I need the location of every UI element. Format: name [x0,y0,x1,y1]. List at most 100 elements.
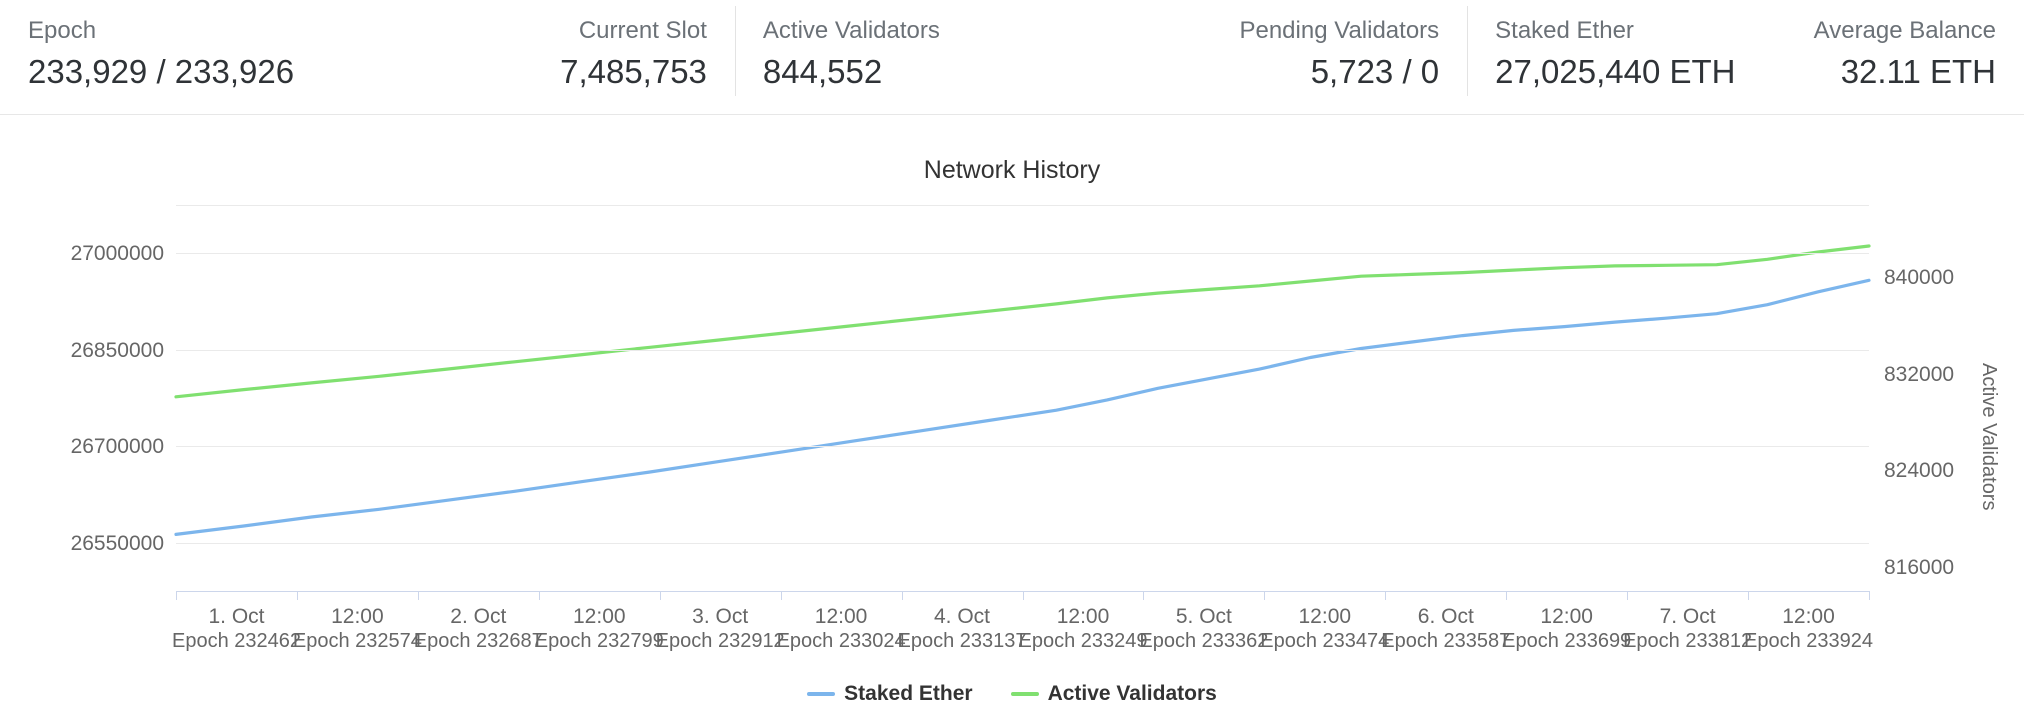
x-axis-tick-time: 12:00 [331,605,384,628]
x-axis-tick-label: 5. Oct Epoch 233362 [1139,604,1268,653]
x-axis-tick-time: 6. Oct [1417,605,1474,628]
legend-color-swatch [807,691,836,696]
x-axis-tick-epoch: Epoch 233249 [1018,630,1148,652]
stat-current-slot-value: 7,485,753 [560,53,707,90]
x-axis-tick [901,591,903,600]
y-axis-right-tick-label: 824000 [1884,459,1955,483]
x-axis-tick-epoch: Epoch 232462 [171,630,302,652]
x-axis-tick-time: 12:00 [573,605,626,628]
legend-label: Staked Ether [844,682,973,705]
stat-average-balance: Average Balance 32.11 ETH [1786,0,2024,114]
stat-staked-ether: Staked Ether 27,025,440 ETH [1467,0,1785,114]
x-axis-tick-time: 1. Oct [208,605,265,628]
stat-current-slot-label: Current Slot [578,17,707,44]
stat-average-balance-label: Average Balance [1813,17,1996,44]
x-axis-tick-label: 12:00 Epoch 232574 [293,604,422,653]
x-axis-tick [538,591,540,600]
stat-pending-validators-value: 5,723 / 0 [1310,53,1440,90]
x-axis-tick [1143,591,1145,600]
x-axis-tick-epoch: Epoch 233812 [1623,630,1753,652]
y-axis-left-tick-label: 26550000 [70,531,164,555]
x-axis-tick-epoch: Epoch 232574 [292,630,422,652]
x-axis-tick-time: 12:00 [1298,605,1352,628]
x-axis-tick [1264,591,1266,600]
x-axis-tick-epoch: Epoch 232912 [655,630,785,652]
x-axis-tick [659,591,661,600]
chart-legend: Staked Ether Active Validators [0,683,2024,704]
x-axis-tick-label: 12:00 Epoch 232799 [535,604,664,653]
x-axis-tick-epoch: Epoch 233362 [1139,630,1269,652]
x-axis-tick-time: 12:00 [1056,605,1110,628]
x-axis-tick-epoch: Epoch 233137 [897,630,1027,652]
x-axis-tick [1869,591,1870,600]
x-axis-tick-label: 12:00 Epoch 233699 [1502,604,1631,653]
y-axis-right-tick-label: 816000 [1884,555,1955,579]
x-axis-tick-label: 12:00 Epoch 233924 [1744,604,1873,653]
chart-title: Network History [923,156,1101,184]
legend-color-swatch [1010,691,1039,696]
stat-pending-validators-label: Pending Validators [1239,17,1440,44]
x-axis-tick-epoch: Epoch 233587 [1381,630,1511,652]
x-axis-tick-time: 12:00 [814,605,868,628]
stat-active-validators-value: 844,552 [762,53,883,90]
x-axis-tick-time: 12:00 [1782,605,1835,628]
x-axis-tick [1506,591,1508,600]
x-axis-tick-epoch: Epoch 233474 [1260,630,1390,652]
stat-average-balance-value: 32.11 ETH [1840,53,1996,90]
y-axis-left-ticks: 26550000 26700000 26850000 27000000 [0,205,164,591]
x-axis-tick-epoch: Epoch 233699 [1502,630,1632,652]
legend-item[interactable]: Staked Ether [807,682,973,705]
x-axis-tick-time: 2. Oct [450,605,507,628]
x-axis-tick-label: 3. Oct Epoch 232912 [656,604,785,653]
legend-label: Active Validators [1047,682,1217,705]
x-axis-tick [1627,591,1629,600]
stat-current-slot: Current Slot 7,485,753 [368,0,735,114]
x-axis-tick-time: 4. Oct [933,605,991,628]
x-axis-tick-time: 5. Oct [1175,605,1232,628]
gridline [176,253,1869,255]
x-axis-tick-label: 1. Oct Epoch 232462 [172,604,301,653]
x-axis-tick [1748,591,1750,600]
x-axis-tick-label: 6. Oct Epoch 233587 [1381,604,1510,653]
x-axis-ticks: 1. Oct Epoch 232462 12:00 Epoch 232574 2. Oc… [172,591,1873,691]
x-axis-tick [780,591,782,600]
x-axis-tick-epoch: Epoch 232687 [413,630,543,652]
x-axis-tick-epoch: Epoch 232799 [534,630,664,652]
legend-item[interactable]: Active Validators [1010,682,1217,705]
y-axis-left-tick-label: 26850000 [70,338,164,362]
plot-area [176,205,1869,591]
y-axis-right-ticks: 816000 824000 832000 840000 [1884,205,2024,591]
x-axis-tick-time: 3. Oct [692,605,749,628]
x-axis-tick-label: 7. Oct Epoch 233812 [1623,604,1752,653]
stat-staked-ether-value: 27,025,440 ETH [1495,53,1736,90]
x-axis-tick-label: 12:00 Epoch 233249 [1018,604,1147,653]
stat-pending-validators: Pending Validators 5,723 / 0 [1100,0,1467,114]
x-axis-tick [296,591,298,600]
stat-epoch-label: Epoch [28,17,97,44]
y-axis-right-title: Active Validators [1978,363,2000,511]
x-axis-tick [1385,591,1387,600]
x-axis-tick [176,591,177,600]
stat-epoch-value: 233,929 / 233,926 [28,53,295,90]
x-axis-tick-epoch: Epoch 233024 [776,630,906,652]
x-axis-tick-label: 12:00 Epoch 233474 [1260,604,1389,653]
y-axis-left-tick-label: 26700000 [70,435,164,459]
gridline [176,205,1869,206]
gridline [176,446,1869,448]
stat-active-validators-label: Active Validators [762,17,940,44]
stat-active-validators: Active Validators 844,552 [734,0,1100,114]
x-axis-tick [1022,591,1024,600]
series-lines [176,205,1869,591]
x-axis-tick-label: 12:00 Epoch 233024 [777,604,906,653]
x-axis-tick-label: 2. Oct Epoch 232687 [414,604,543,653]
x-axis-tick-time: 7. Oct [1659,605,1716,628]
y-axis-right-tick-label: 840000 [1884,266,1955,290]
x-axis-tick-label: 4. Oct Epoch 233137 [897,604,1026,653]
network-history-chart: Network History 26550000 26700000 26850000… [0,115,2024,709]
y-axis-left-tick-label: 27000000 [70,242,164,266]
gridline [176,542,1869,544]
x-axis-tick [417,591,419,600]
stat-epoch: Epoch 233,929 / 233,926 [0,0,368,114]
x-axis-tick-time: 12:00 [1540,605,1593,628]
network-stats-bar: Epoch 233,929 / 233,926 Current Slot 7,4… [0,0,2024,115]
